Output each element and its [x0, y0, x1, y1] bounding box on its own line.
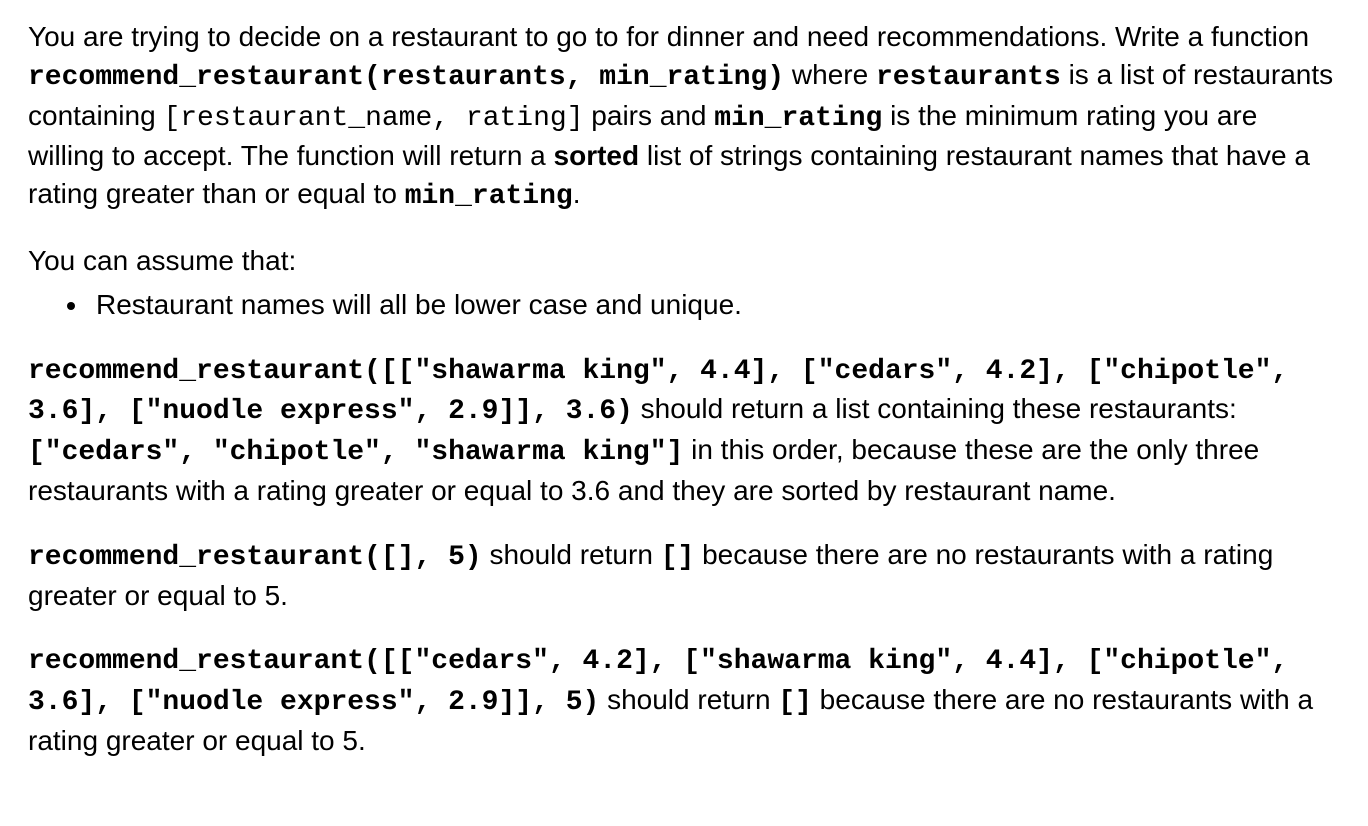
text: . — [573, 178, 581, 209]
example-3: recommend_restaurant([["cedars", 4.2], [… — [28, 640, 1340, 759]
example-2: recommend_restaurant([], 5) should retur… — [28, 536, 1340, 615]
bold-sorted: sorted — [554, 140, 640, 171]
code-param-min-rating: min_rating — [405, 181, 573, 212]
code-pair-format: [restaurant_name, rating] — [163, 103, 583, 134]
code-param-restaurants: restaurants — [876, 62, 1061, 93]
code-result: ["cedars", "chipotle", "shawarma king"] — [28, 437, 683, 468]
assumptions-heading: You can assume that: — [28, 242, 1340, 280]
code-result: [] — [778, 687, 812, 718]
text: should return — [599, 684, 778, 715]
assumption-item: Restaurant names will all be lower case … — [90, 286, 1340, 324]
assumptions-list: Restaurant names will all be lower case … — [28, 286, 1340, 324]
code-param-min-rating: min_rating — [714, 103, 882, 134]
code-result: [] — [661, 542, 695, 573]
code-call: recommend_restaurant([], 5) — [28, 542, 482, 573]
text: pairs and — [584, 100, 715, 131]
text: should return — [482, 539, 661, 570]
text: You are trying to decide on a restaurant… — [28, 21, 1309, 52]
text: where — [784, 59, 876, 90]
text: should return a list containing these re… — [633, 393, 1237, 424]
code-function-signature: recommend_restaurant(restaurants, min_ra… — [28, 62, 784, 93]
intro-paragraph: You are trying to decide on a restaurant… — [28, 18, 1340, 216]
example-1: recommend_restaurant([["shawarma king", … — [28, 350, 1340, 510]
document-page: You are trying to decide on a restaurant… — [0, 0, 1368, 826]
